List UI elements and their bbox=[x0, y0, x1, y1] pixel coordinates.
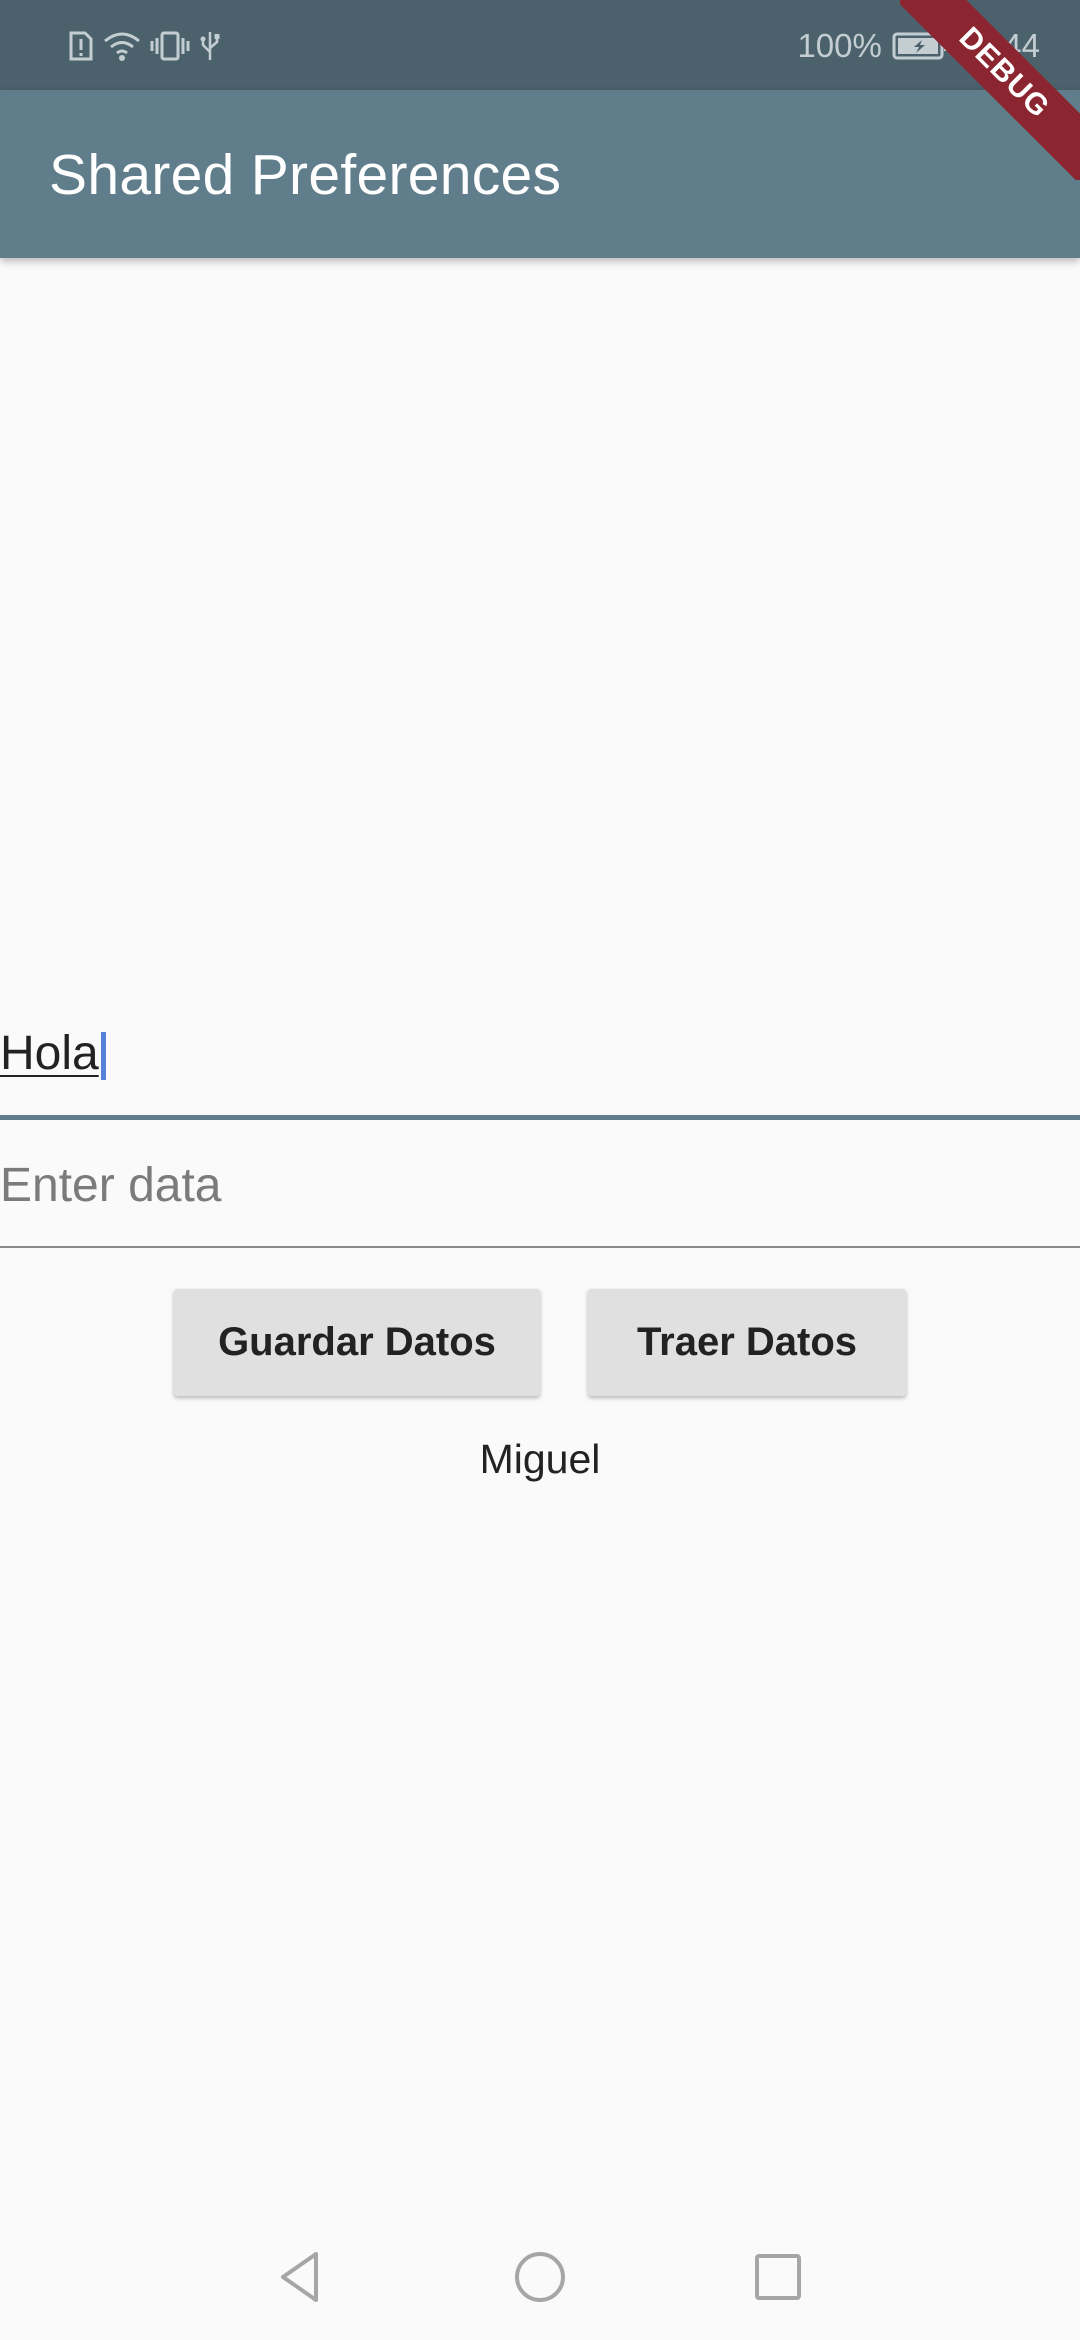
back-icon[interactable] bbox=[268, 2244, 334, 2310]
sim-alert-icon bbox=[69, 31, 93, 61]
status-icons bbox=[68, 26, 222, 66]
navigation-bar bbox=[0, 2214, 1080, 2340]
text-field-focused[interactable]: Hola bbox=[0, 1010, 1080, 1120]
input-underline bbox=[0, 1246, 1080, 1248]
debug-banner: DEBUG bbox=[900, 0, 1080, 180]
debug-label: DEBUG bbox=[900, 0, 1080, 180]
wifi-icon bbox=[104, 32, 140, 61]
text-field-value: Hola bbox=[0, 1027, 99, 1080]
recent-apps-icon[interactable] bbox=[745, 2244, 811, 2310]
home-icon[interactable] bbox=[507, 2244, 573, 2310]
enter-data-field[interactable] bbox=[0, 1122, 1080, 1248]
battery-percent: 100% bbox=[797, 27, 882, 64]
text-cursor bbox=[101, 1032, 106, 1080]
focused-underline bbox=[0, 1115, 1080, 1120]
usb-icon bbox=[200, 32, 220, 60]
fetch-data-button[interactable]: Traer Datos bbox=[588, 1289, 906, 1396]
stored-value-text: Miguel bbox=[479, 1436, 601, 1482]
vibrate-icon bbox=[150, 31, 190, 61]
enter-data-input[interactable] bbox=[0, 1150, 1060, 1220]
page-title: Shared Preferences bbox=[49, 143, 562, 207]
save-data-button[interactable]: Guardar Datos bbox=[174, 1289, 540, 1396]
